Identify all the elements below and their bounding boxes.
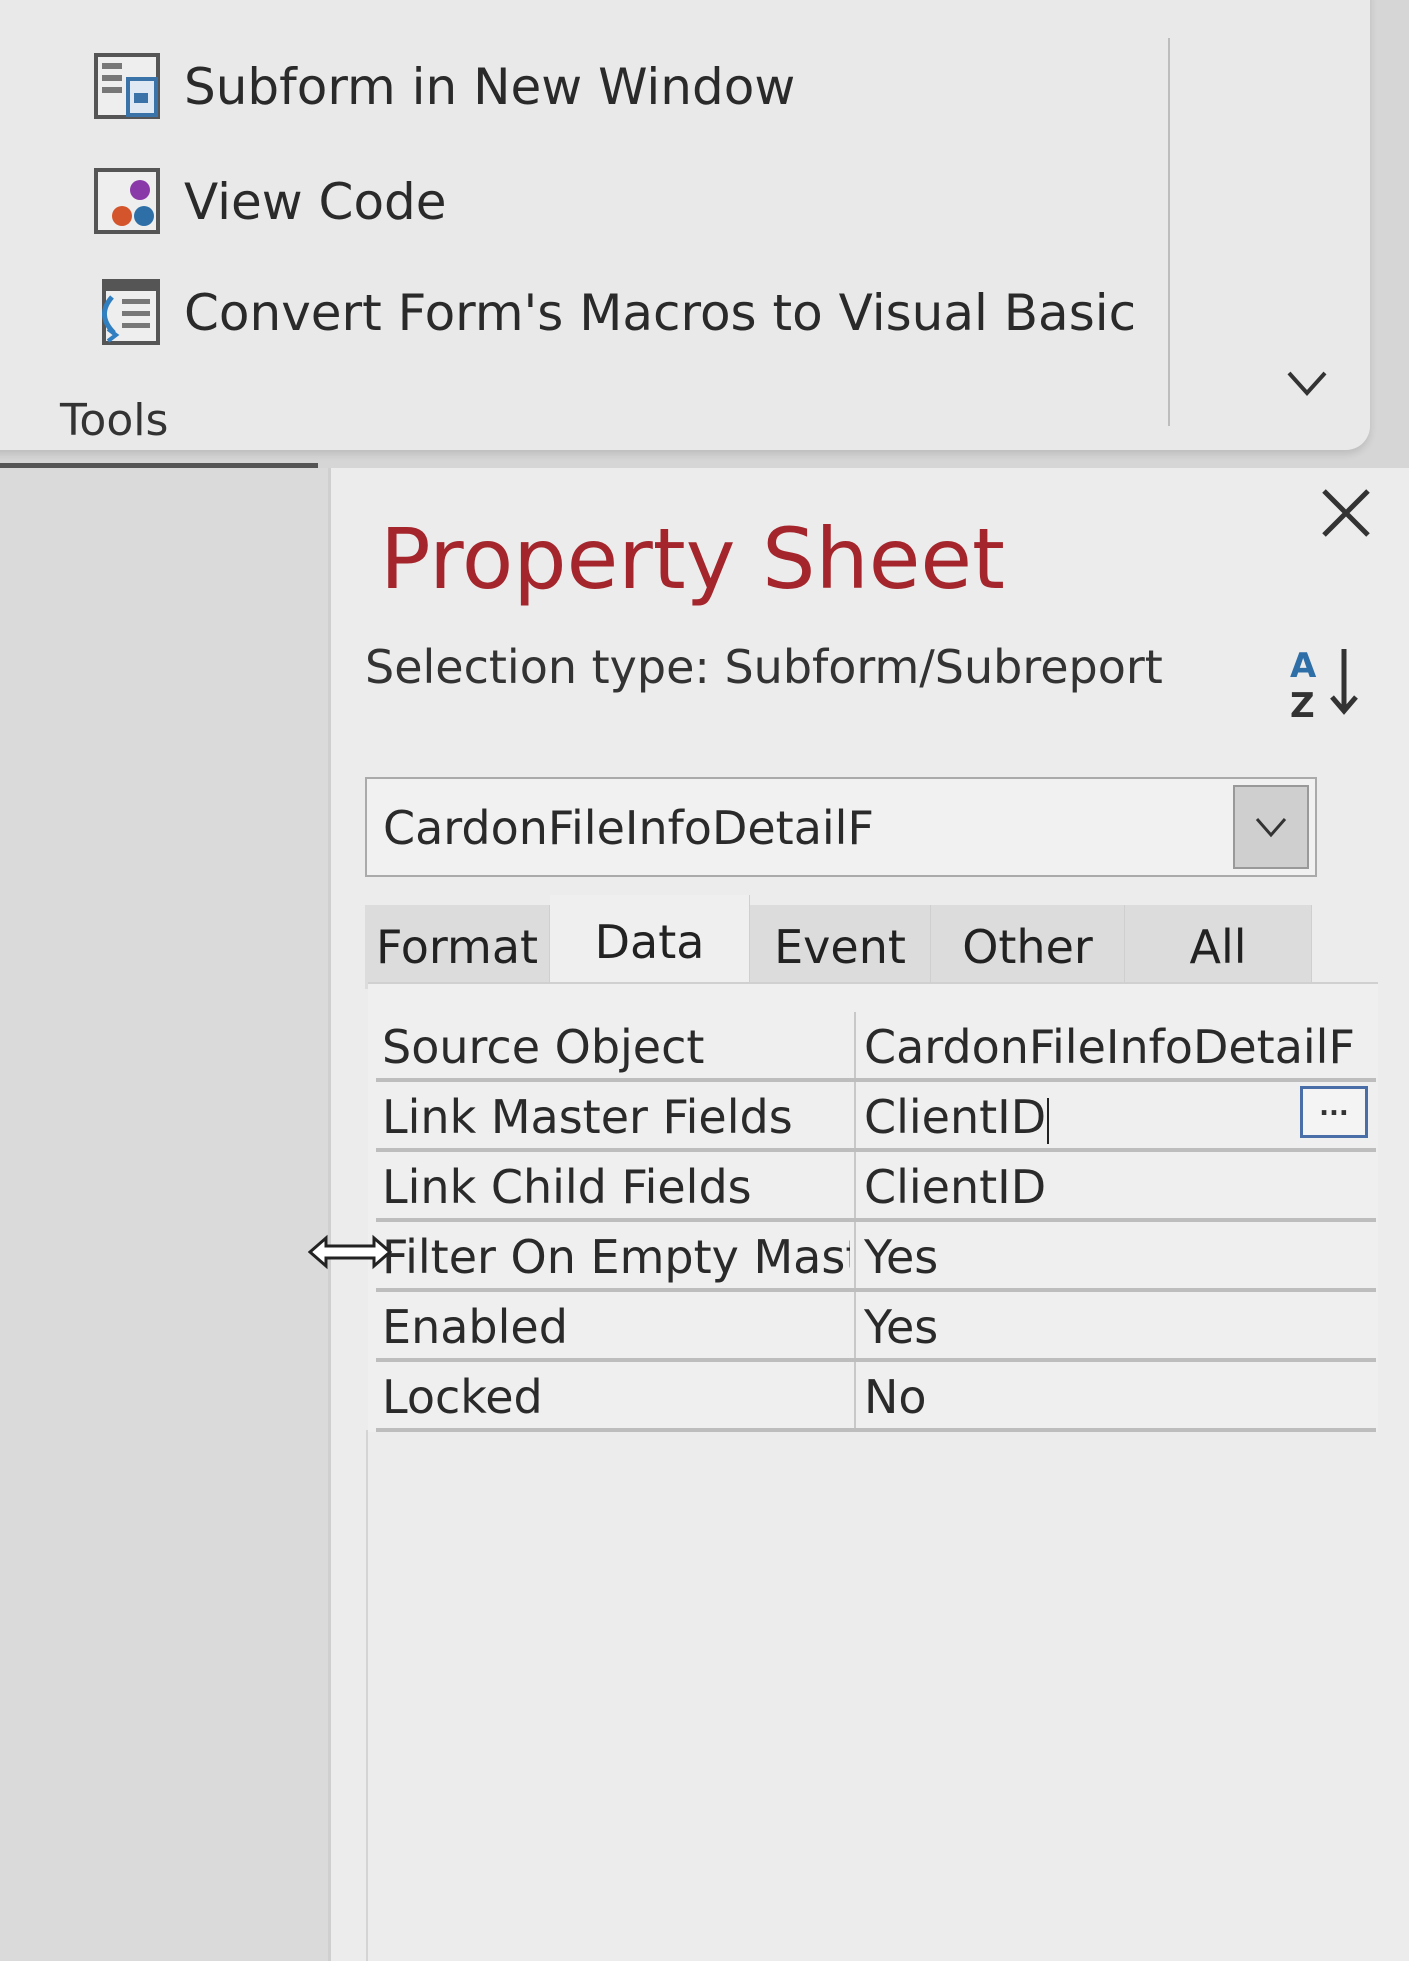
property-row-link-child-fields[interactable]: Link Child Fields ClientID: [376, 1152, 1376, 1222]
chevron-down-icon: [1255, 818, 1287, 838]
build-button[interactable]: ...: [1300, 1086, 1368, 1138]
subform-in-new-window-label: Subform in New Window: [184, 58, 796, 116]
property-value[interactable]: Yes: [864, 1230, 938, 1284]
tab-label: Other: [962, 920, 1093, 974]
selection-type: Selection type: Subform/Subreport: [365, 640, 1163, 694]
view-code-label: View Code: [184, 173, 447, 231]
subform-window-icon: [94, 53, 160, 119]
view-code-button[interactable]: View Code: [94, 167, 447, 237]
column-separator: [854, 1222, 856, 1288]
form-design-area: [0, 468, 328, 1961]
property-value[interactable]: ClientID: [864, 1160, 1046, 1214]
text-caret: [1047, 1097, 1050, 1144]
convert-macros-button[interactable]: Convert Form's Macros to Visual Basic: [94, 278, 1136, 348]
property-name: Link Master Fields: [382, 1090, 793, 1144]
tab-label: Format: [375, 920, 539, 974]
svg-text:Z: Z: [1290, 686, 1315, 723]
property-value[interactable]: No: [864, 1370, 927, 1424]
property-value[interactable]: Yes: [864, 1300, 938, 1354]
close-icon[interactable]: [1318, 485, 1374, 541]
dropdown-button[interactable]: [1233, 785, 1309, 869]
property-name: Link Child Fields: [382, 1160, 752, 1214]
property-row-link-master-fields[interactable]: Link Master Fields ClientID ...: [376, 1082, 1376, 1152]
tab-format[interactable]: Format: [365, 905, 550, 989]
tab-other[interactable]: Other: [931, 905, 1125, 989]
column-separator: [854, 1082, 856, 1148]
pane-divider: [366, 1430, 368, 1961]
tab-label: Data: [594, 915, 705, 969]
property-row-enabled[interactable]: Enabled Yes: [376, 1292, 1376, 1362]
column-separator: [854, 1012, 856, 1078]
tab-label: Event: [774, 920, 906, 974]
property-value: ClientID: [864, 1090, 1047, 1144]
property-row-filter-on-empty-master[interactable]: Filter On Empty Maste Yes: [376, 1222, 1376, 1292]
selection-object-dropdown[interactable]: CardonFileInfoDetailF: [365, 777, 1317, 877]
selected-object-value: CardonFileInfoDetailF: [383, 801, 874, 855]
resize-cursor-icon: [308, 1234, 392, 1270]
property-value-input[interactable]: ClientID: [864, 1090, 1050, 1144]
convert-macros-label: Convert Form's Macros to Visual Basic: [184, 284, 1137, 342]
property-name: Filter On Empty Maste: [382, 1230, 850, 1284]
property-name: Locked: [382, 1370, 543, 1424]
tab-all[interactable]: All: [1125, 905, 1312, 989]
subform-in-new-window-button[interactable]: Subform in New Window: [94, 52, 795, 122]
property-value[interactable]: CardonFileInfoDetailF: [864, 1020, 1355, 1074]
tab-data[interactable]: Data: [550, 895, 750, 989]
property-grid: Source Object CardonFileInfoDetailF Link…: [368, 982, 1378, 1432]
property-name: Enabled: [382, 1300, 568, 1354]
column-separator: [854, 1152, 856, 1218]
chevron-down-icon[interactable]: [1285, 365, 1329, 401]
tab-label: All: [1189, 920, 1247, 974]
property-name: Source Object: [382, 1020, 705, 1074]
property-row-locked[interactable]: Locked No: [376, 1362, 1376, 1432]
view-code-icon: [94, 168, 160, 234]
property-row-source-object[interactable]: Source Object CardonFileInfoDetailF: [376, 1012, 1376, 1082]
convert-macros-icon: [102, 279, 160, 345]
column-separator: [854, 1362, 856, 1428]
ribbon-group-label: Tools: [60, 395, 169, 446]
column-separator: [854, 1292, 856, 1358]
ribbon-separator: [1168, 38, 1170, 426]
tab-event[interactable]: Event: [750, 905, 931, 989]
sort-az-icon[interactable]: A Z: [1286, 643, 1366, 723]
page-title: Property Sheet: [380, 510, 1005, 608]
svg-text:A: A: [1290, 646, 1317, 686]
